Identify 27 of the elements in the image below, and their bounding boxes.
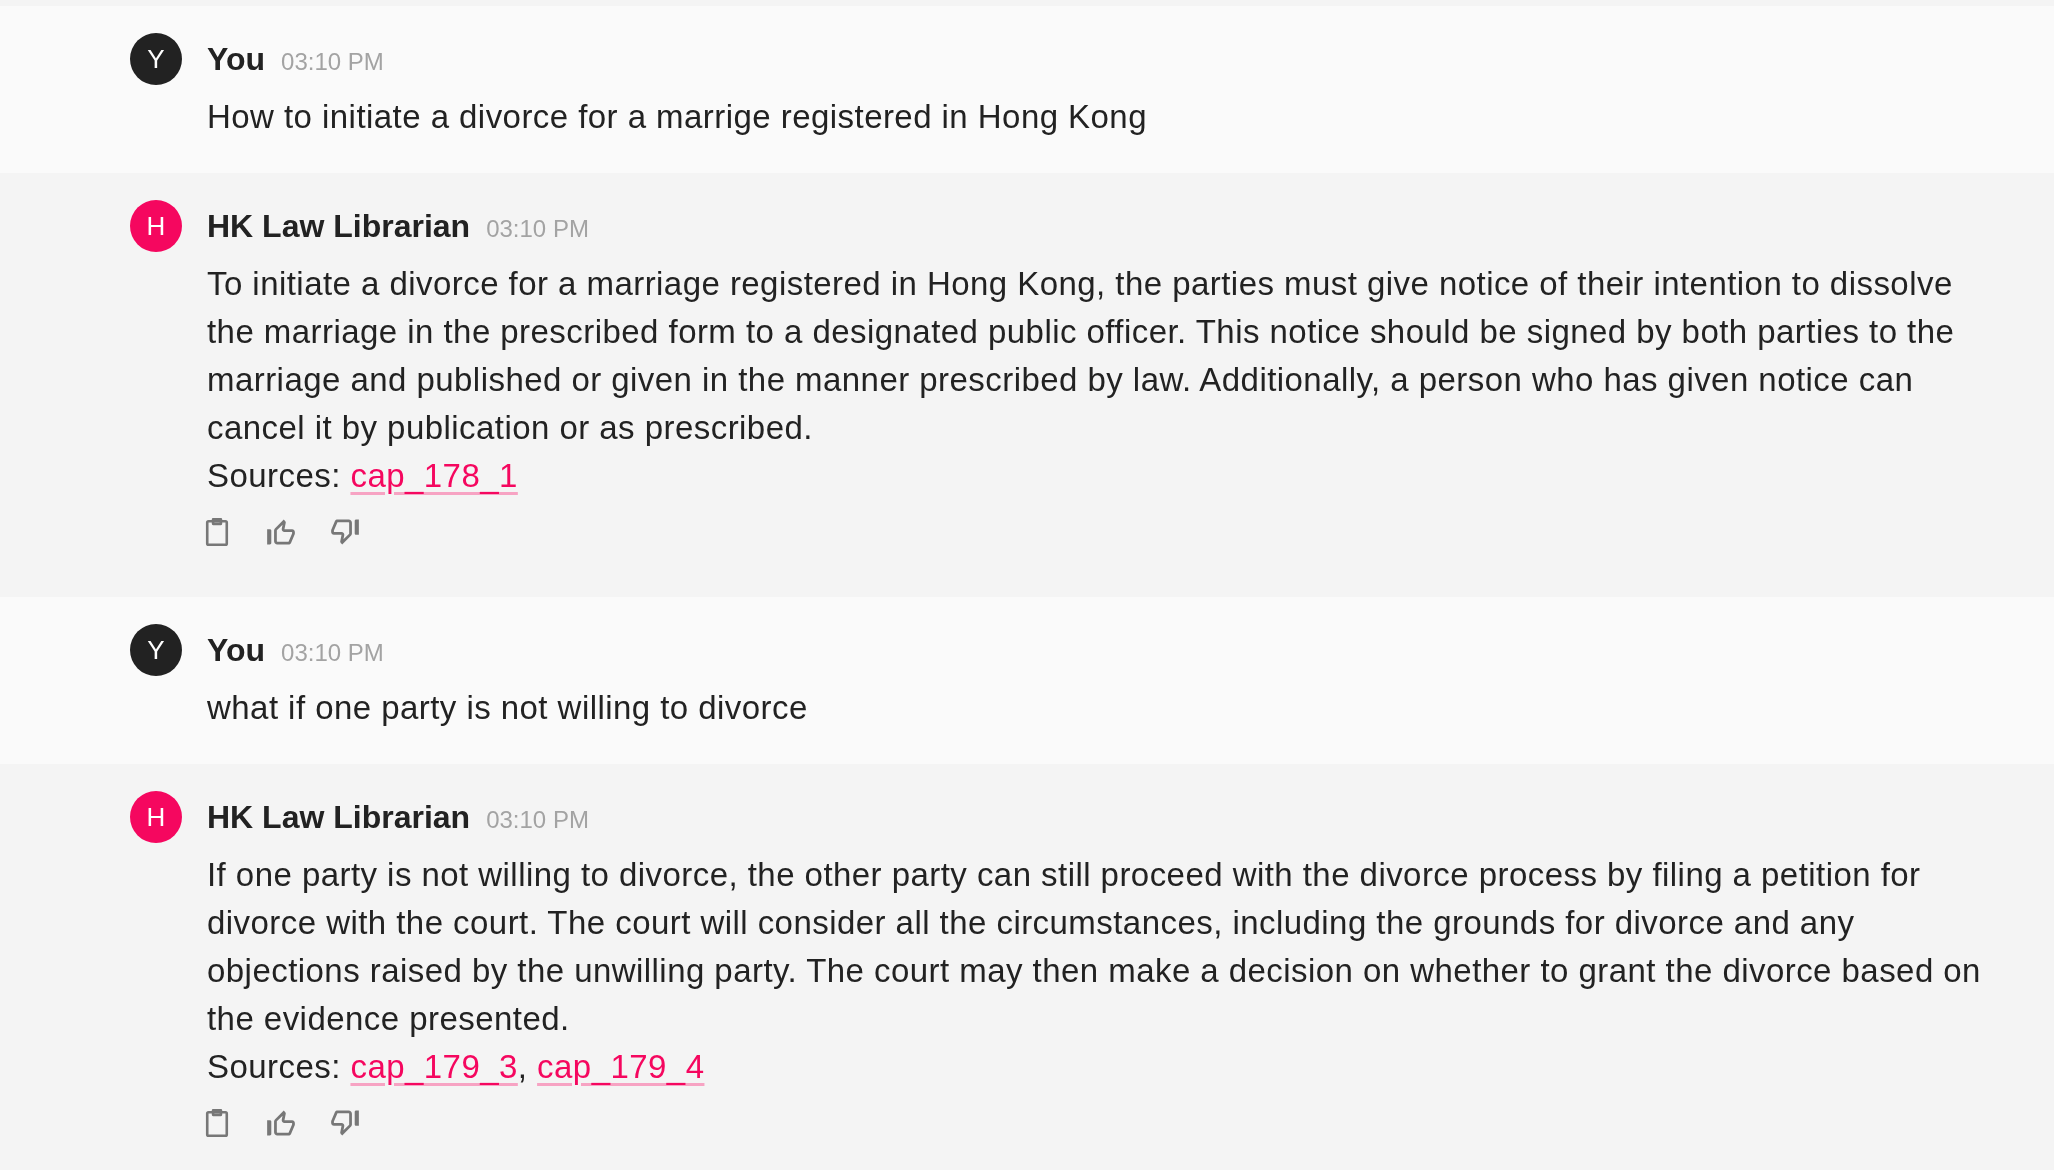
thumbs-up-icon (267, 1109, 295, 1137)
timestamp: 03:10 PM (281, 47, 384, 77)
message-text: To initiate a divorce for a marriage registered in Hong Kong, the parties must give notice of their intention to dissolve the marriage in the prescribed form to a designated public officer. This notice should be signed by both parties to the marriage and published or given in the manner prescribed by law. Additionally, a person who has given notice can cancel it by publication or as prescribed. (207, 264, 1956, 448)
source-link[interactable]: cap_179_3 (350, 1048, 518, 1085)
author-name: You (207, 40, 266, 79)
author-name: You (207, 631, 266, 670)
clipboard-icon (203, 518, 231, 546)
avatar: Y (130, 624, 182, 676)
timestamp: 03:10 PM (281, 638, 384, 668)
thumbs-down-icon (331, 518, 359, 546)
avatar: H (130, 200, 182, 252)
author-name: HK Law Librarian (207, 207, 471, 246)
timestamp: 03:10 PM (486, 805, 589, 835)
message-text: If one party is not willing to divorce, the other party can still proceed with the divorce process by filing a petition for divorce with the court. The court will consider all the circumstances, including the grounds for divorce and any objections raised by the unwilling party. The court may then make a decision on whether to grant the divorce based on the evidence presented. (207, 855, 1982, 1039)
source-link[interactable]: cap_179_4 (537, 1048, 705, 1085)
sources-text: Sources: cap_178_1 (207, 456, 519, 496)
sources-text: Sources: cap_179_3, cap_179_4 (207, 1047, 706, 1087)
author-name: HK Law Librarian (207, 798, 471, 837)
avatar: Y (130, 33, 182, 85)
source-link[interactable]: cap_178_1 (350, 457, 518, 494)
thumbs-up-icon (267, 518, 295, 546)
message-text: How to initiate a divorce for a marrige registered in Hong Kong (207, 97, 1148, 137)
clipboard-icon (203, 1109, 231, 1137)
thumbs-down-icon (331, 1109, 359, 1137)
timestamp: 03:10 PM (486, 214, 589, 244)
avatar: H (130, 791, 182, 843)
message-text: what if one party is not willing to divorce (207, 688, 809, 728)
